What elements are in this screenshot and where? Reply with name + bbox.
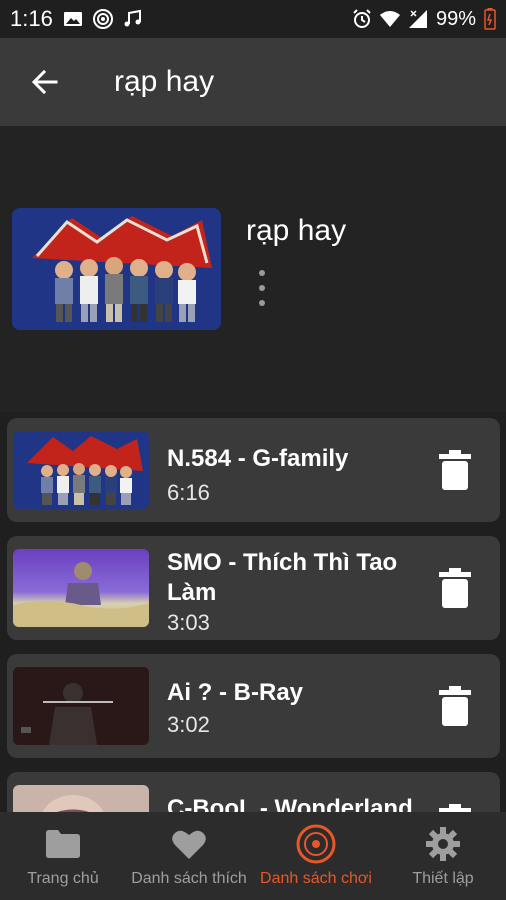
page-title: rạp hay [114,65,215,98]
nav-item-settings[interactable]: Thiết lập [380,812,506,900]
playlist-header: rạp hay [0,126,506,412]
nav-label: Trang chủ [27,870,99,887]
wifi-icon [379,11,400,27]
track-item[interactable]: C-BooL - Wonderland [7,772,500,812]
music-icon [124,9,141,27]
disc-icon [296,824,336,864]
track-title: N.584 - G-family [167,445,349,472]
playlist-thumbnail [12,208,221,330]
nav-label: Danh sách thích [131,870,247,887]
track-thumbnail [13,667,149,745]
trash-icon[interactable] [439,568,471,608]
trash-icon[interactable] [439,686,471,726]
track-title: C-BooL - Wonderland [167,795,413,812]
playlist-title: rạp hay [246,214,347,247]
track-item[interactable]: Ai ? - B-Ray 3:02 [7,654,500,758]
nav-label: Danh sách chơi [260,870,372,887]
track-thumbnail [13,549,149,627]
nav-item-favorites[interactable]: Danh sách thích [126,812,252,900]
track-duration: 6:16 [167,480,210,505]
track-thumbnail [13,785,149,812]
track-duration: 3:02 [167,712,210,737]
bottom-nav: Trang chủ Danh sách thích Danh sách chơi [0,812,506,900]
image-icon [63,12,82,26]
back-button[interactable] [0,38,90,126]
arrow-back-icon [31,69,58,95]
battery-percent: 99% [435,7,476,30]
status-bar: 1:16 99% [0,0,506,38]
trash-icon[interactable] [439,804,471,812]
nav-item-home[interactable]: Trang chủ [0,812,126,900]
track-list[interactable]: N.584 - G-family 6:16 SMO - Thích Thì Ta… [0,412,506,812]
folder-icon [46,830,80,858]
target-icon [92,9,113,29]
nav-label: Thiết lập [412,870,474,887]
battery-icon [484,8,496,30]
track-item[interactable]: N.584 - G-family 6:16 [7,418,500,522]
more-vertical-icon[interactable] [250,266,274,310]
trash-icon[interactable] [439,450,471,490]
nav-item-playlists[interactable]: Danh sách chơi [252,812,380,900]
track-item[interactable]: SMO - Thích Thì Tao Làm 3:03 [7,536,500,640]
signal-icon [408,10,427,28]
heart-icon [172,830,206,859]
track-title: SMO - Thích Thì Tao Làm [167,549,398,606]
track-title: Ai ? - B-Ray [167,679,304,706]
alarm-icon [353,9,371,28]
track-duration: 3:03 [167,610,210,635]
app-bar: rạp hay [0,38,506,126]
track-thumbnail [13,431,149,509]
status-time: 1:16 [10,6,53,31]
gear-icon [426,827,460,861]
